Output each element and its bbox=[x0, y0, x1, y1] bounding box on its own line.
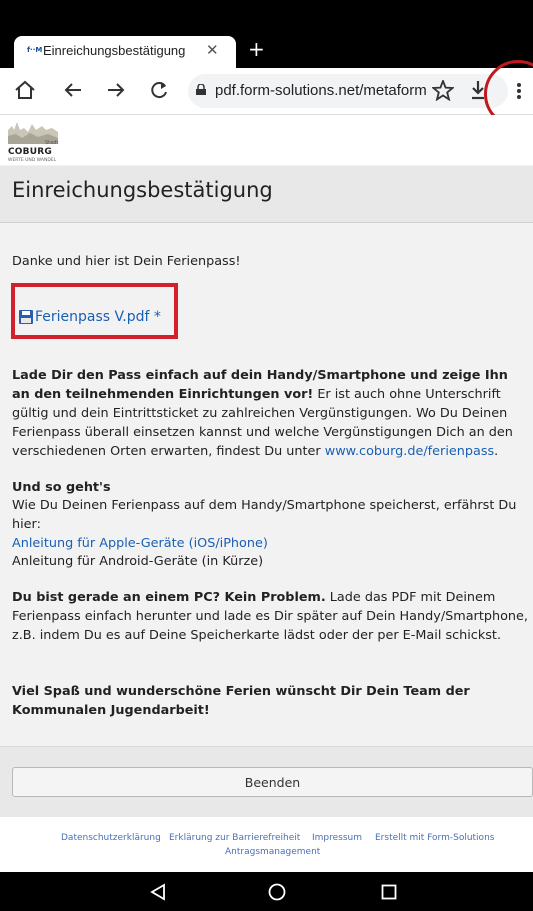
footer-credit-link-line2[interactable]: Antragsmanagement bbox=[225, 847, 320, 857]
logo-small-text: Stadt bbox=[45, 140, 59, 146]
nav-recents-icon[interactable] bbox=[381, 884, 397, 900]
intro-paragraph: Lade Dir den Pass einfach auf dein Handy… bbox=[12, 366, 528, 461]
pc-paragraph: Du bist gerade an einem PC? Kein Problem… bbox=[12, 588, 528, 645]
site-header bbox=[0, 115, 533, 165]
how-heading: Und so geht's bbox=[12, 480, 111, 495]
tab-close-icon[interactable]: ✕ bbox=[206, 41, 219, 59]
footer-imprint-link[interactable]: Impressum bbox=[312, 833, 362, 843]
floppy-disk-icon[interactable] bbox=[19, 310, 33, 324]
android-nav-bar bbox=[0, 872, 533, 911]
closing-text: Viel Spaß und wunderschöne Ferien wünsch… bbox=[12, 684, 470, 718]
forward-arrow-icon[interactable] bbox=[106, 81, 126, 99]
pdf-download-link[interactable]: Ferienpass V.pdf * bbox=[35, 309, 161, 325]
reload-icon[interactable] bbox=[149, 80, 169, 100]
logo-subtitle: WERTE UND WANDEL bbox=[8, 158, 57, 163]
how-text: Wie Du Deinen Ferienpass auf dem Handy/S… bbox=[12, 498, 517, 532]
footer-accessibility-link[interactable]: Erklärung zur Barrierefreiheit bbox=[169, 833, 300, 843]
apple-guide-link[interactable]: Anleitung für Apple-Geräte (iOS/iPhone) bbox=[12, 534, 528, 553]
nav-home-icon[interactable] bbox=[268, 883, 286, 901]
status-bar bbox=[0, 0, 533, 30]
new-tab-button[interactable]: + bbox=[248, 37, 265, 61]
tab-favicon-icon: f··M bbox=[27, 46, 43, 54]
footer-credit-link[interactable]: Erstellt mit Form-Solutions bbox=[375, 833, 494, 843]
ferienpass-link[interactable]: www.coburg.de/ferienpass bbox=[325, 444, 494, 459]
tab-title: Einreichungsbestätigung bbox=[43, 43, 186, 58]
footer-privacy-link[interactable]: Datenschutzerklärung bbox=[61, 833, 161, 843]
finish-button[interactable]: Beenden bbox=[12, 767, 533, 797]
lock-icon[interactable] bbox=[196, 84, 206, 95]
pc-bold-text: Du bist gerade an einem PC? Kein Problem… bbox=[12, 590, 326, 605]
intro-end: . bbox=[494, 444, 499, 459]
footer bbox=[0, 817, 533, 872]
star-icon[interactable] bbox=[432, 80, 454, 101]
logo-text: COBURG bbox=[8, 147, 52, 157]
url-text[interactable]: pdf.form-solutions.net/metaform bbox=[215, 82, 427, 99]
page-title: Einreichungsbestätigung bbox=[12, 178, 273, 202]
back-arrow-icon[interactable] bbox=[63, 81, 83, 99]
home-icon[interactable] bbox=[14, 80, 36, 100]
nav-back-icon[interactable] bbox=[150, 883, 166, 901]
android-guide-text: Anleitung für Android-Geräte (in Kürze) bbox=[12, 554, 264, 569]
thanks-text: Danke und hier ist Dein Ferienpass! bbox=[12, 254, 241, 269]
